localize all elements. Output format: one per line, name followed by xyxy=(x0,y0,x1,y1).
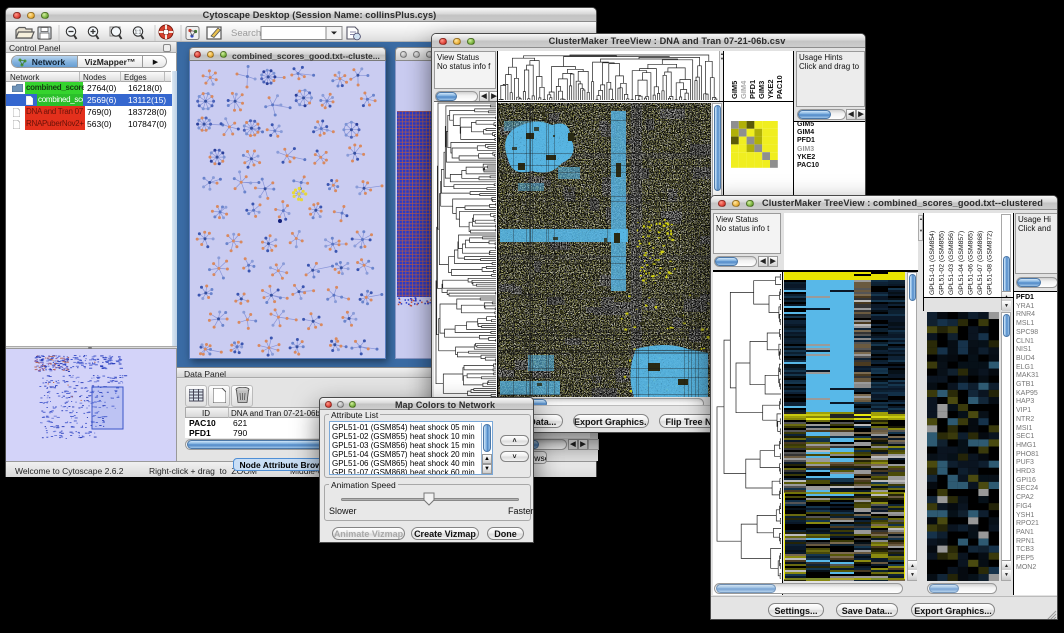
svg-text:GPL51-06 (GSM865): GPL51-06 (GSM865) xyxy=(967,231,974,295)
svg-text:GPL51-08 (GSM872): GPL51-08 (GSM872) xyxy=(987,231,994,295)
svg-text:GPL51-07 (GSM868): GPL51-07 (GSM868) xyxy=(977,231,984,295)
svg-text:GPL51-03 (GSM856): GPL51-03 (GSM856) xyxy=(948,231,955,295)
svg-text:GIM5: GIM5 xyxy=(730,81,739,99)
svg-text:GPL51-04 (GSM857): GPL51-04 (GSM857) xyxy=(958,231,965,295)
svg-text:PAC10: PAC10 xyxy=(775,75,784,99)
svg-text:1:1: 1:1 xyxy=(135,30,142,36)
svg-text:GIM3: GIM3 xyxy=(757,81,766,99)
svg-text:YKE2: YKE2 xyxy=(766,79,775,99)
svg-text:Search:: Search: xyxy=(231,28,264,39)
svg-text:GIM4: GIM4 xyxy=(739,80,748,99)
svg-text:GPL51-01 (GSM854): GPL51-01 (GSM854) xyxy=(929,231,936,295)
svg-text:GPL51-02 (GSM855): GPL51-02 (GSM855) xyxy=(939,231,946,295)
svg-text:PFD1: PFD1 xyxy=(748,80,757,99)
